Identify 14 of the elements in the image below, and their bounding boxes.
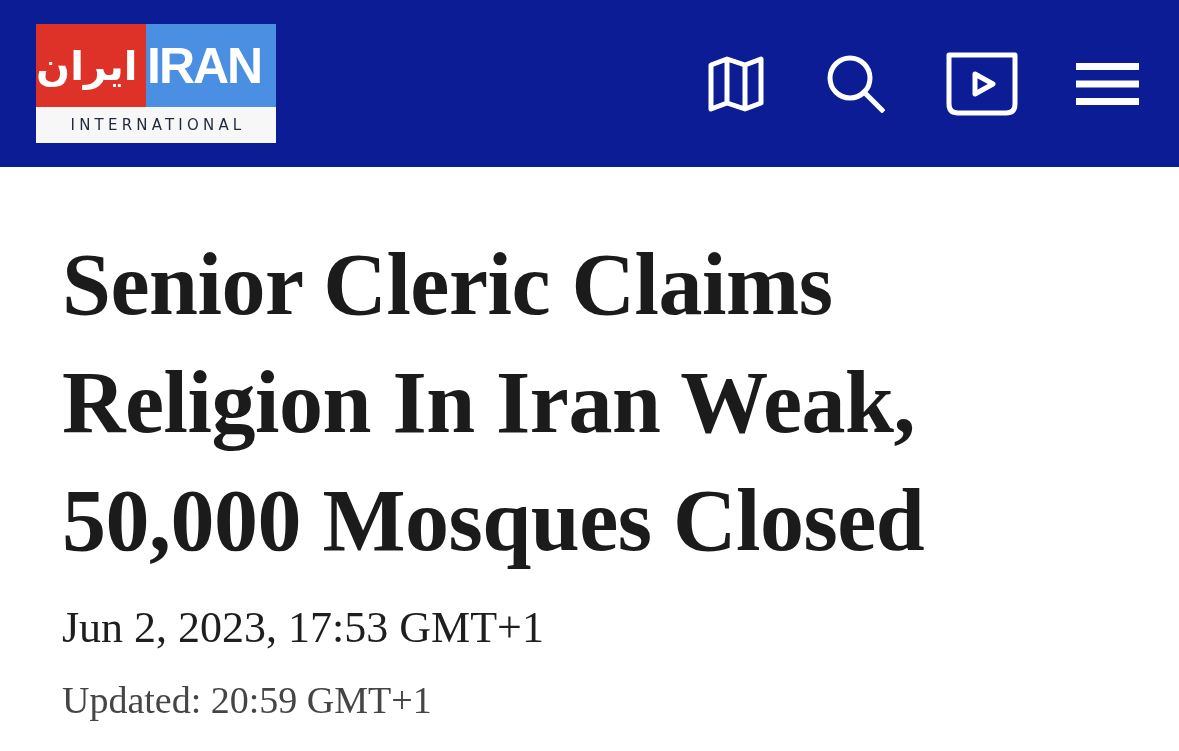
video-button[interactable] xyxy=(946,51,1018,116)
map-icon xyxy=(708,55,764,112)
logo-latin-wordmark: IRAN xyxy=(146,24,276,107)
video-play-icon xyxy=(946,51,1018,116)
map-button[interactable] xyxy=(708,55,764,112)
updated-time: Updated: 20:59 GMT+1 xyxy=(62,677,433,723)
menu-button[interactable] xyxy=(1076,62,1139,105)
search-icon xyxy=(826,54,885,113)
search-button[interactable] xyxy=(826,54,885,113)
menu-icon xyxy=(1076,62,1139,105)
logo-subtitle: INTERNATIONAL xyxy=(69,115,247,136)
publish-date: Jun 2, 2023, 17:53 GMT+1 xyxy=(62,602,545,654)
article-headline: Senior Cleric Claims Religion In Iran Weak, 50,000 Mosques Closed xyxy=(62,235,926,571)
logo-arabic-wordmark: ایران xyxy=(36,24,146,107)
